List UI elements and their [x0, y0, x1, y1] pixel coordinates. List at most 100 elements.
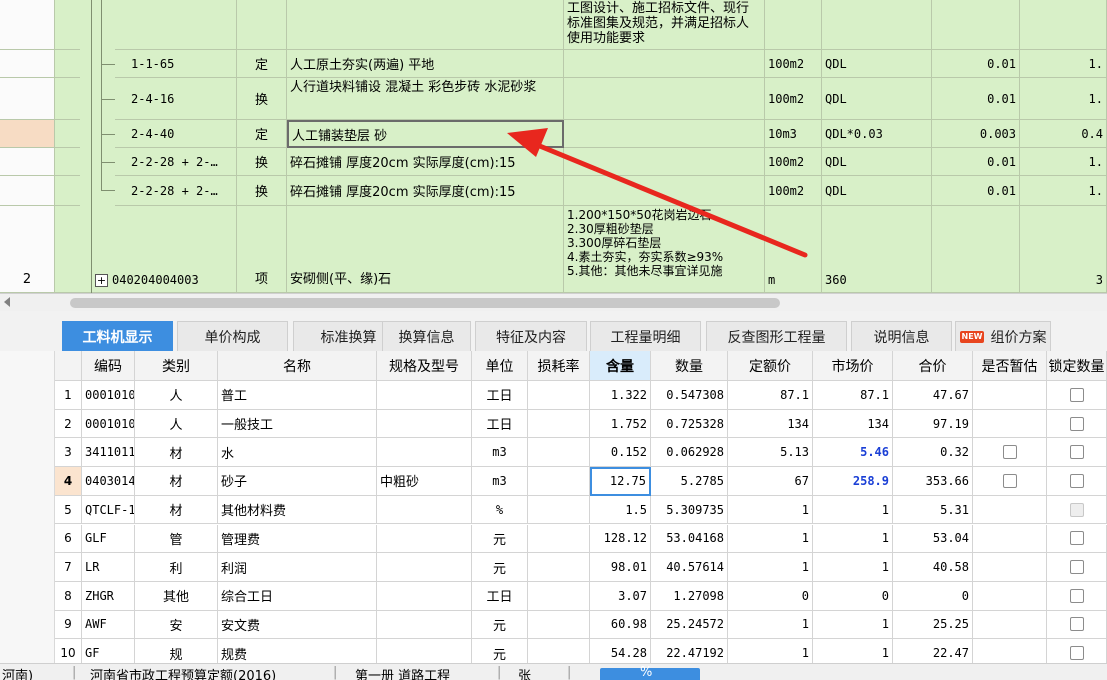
cell-code[interactable]: 00010101: [82, 381, 135, 410]
cell-qty1[interactable]: 0.01: [932, 78, 1020, 120]
cell-content[interactable]: 128.12: [590, 524, 651, 554]
scrollbar-thumb[interactable]: [70, 298, 780, 308]
cell-quota[interactable]: 67: [728, 467, 813, 496]
cell-est[interactable]: [973, 610, 1047, 640]
cell-est[interactable]: [973, 524, 1047, 554]
cell-quota[interactable]: 87.1: [728, 381, 813, 410]
cell-cat[interactable]: 人: [135, 381, 218, 410]
column-header-12[interactable]: 是否暂估: [973, 351, 1047, 381]
cell-name[interactable]: 利润: [218, 553, 377, 582]
cell-total[interactable]: 40.58: [893, 553, 973, 582]
cell-loss[interactable]: [528, 495, 590, 525]
cell-name[interactable]: 碎石摊铺 厚度20cm 实际厚度(cm):15: [287, 176, 564, 206]
cell-lock[interactable]: [1047, 381, 1107, 410]
cell-name[interactable]: 碎石摊铺 厚度20cm 实际厚度(cm):15: [287, 148, 564, 176]
row-number-cell[interactable]: [0, 148, 55, 176]
tree-cell[interactable]: [55, 176, 80, 206]
column-header-6[interactable]: 损耗率: [528, 351, 590, 381]
cell-loss[interactable]: [528, 553, 590, 582]
cell-content[interactable]: 0.152: [590, 438, 651, 468]
cell-market[interactable]: 1: [813, 495, 893, 525]
cell-feature[interactable]: [564, 120, 765, 148]
cell-cat[interactable]: 材: [135, 495, 218, 525]
cell-quota[interactable]: 5.13: [728, 438, 813, 468]
cell-content[interactable]: 1.322: [590, 381, 651, 410]
cell-qty[interactable]: 5.2785: [651, 467, 728, 496]
cell-est[interactable]: [973, 467, 1047, 496]
checkbox[interactable]: [1069, 502, 1084, 517]
cell-type[interactable]: 换: [237, 176, 287, 206]
cell-lock[interactable]: [1047, 553, 1107, 582]
cell-cat[interactable]: 人: [135, 409, 218, 439]
cell-cat[interactable]: 安: [135, 610, 218, 640]
cell-est[interactable]: [973, 639, 1047, 663]
cell-code[interactable]: AWF: [82, 610, 135, 640]
cell-qty1[interactable]: 0.01: [932, 176, 1020, 206]
cell-quota[interactable]: 1: [728, 524, 813, 554]
cell-name[interactable]: 规费: [218, 639, 377, 663]
column-header-7[interactable]: 含量: [590, 351, 651, 381]
cell-type[interactable]: 项: [237, 206, 287, 293]
cell-unit[interactable]: 元: [472, 639, 528, 663]
row-number[interactable]: 5: [55, 495, 82, 525]
row-number[interactable]: 4: [55, 467, 82, 496]
cell-unit[interactable]: 10m3: [765, 120, 822, 148]
cell-market[interactable]: 1: [813, 524, 893, 554]
cell-est[interactable]: [973, 409, 1047, 439]
cell-code[interactable]: GLF: [82, 524, 135, 554]
cell-qty1[interactable]: [932, 206, 1020, 293]
cell-qty-expr[interactable]: QDL: [822, 50, 932, 78]
cell-spec[interactable]: [377, 438, 472, 468]
cell-qty2[interactable]: 1.: [1020, 50, 1107, 78]
cell-market[interactable]: 0: [813, 581, 893, 611]
cell-name[interactable]: 人工原土夯实(两遍) 平地: [287, 50, 564, 78]
cell-code[interactable]: ZHGR: [82, 581, 135, 611]
tab-4[interactable]: 换算信息: [382, 321, 471, 351]
cell-market[interactable]: 5.46: [813, 438, 893, 468]
cell-unit[interactable]: 工日: [472, 409, 528, 439]
cell-qty[interactable]: 0.725328: [651, 409, 728, 439]
cell-market[interactable]: 1: [813, 639, 893, 663]
row-number-cell[interactable]: [0, 120, 55, 148]
cell-qty1[interactable]: 0.01: [932, 50, 1020, 78]
tree-cell[interactable]: [55, 206, 80, 293]
column-header-4[interactable]: 规格及型号: [377, 351, 472, 381]
tab-6[interactable]: 工程量明细: [590, 321, 701, 351]
cell-qty2[interactable]: 1.: [1020, 176, 1107, 206]
cell-quota[interactable]: 1: [728, 610, 813, 640]
status-quota-library[interactable]: 河南省市政工程预算定额(2016): [90, 665, 276, 680]
cell-unit[interactable]: 工日: [472, 381, 528, 410]
cell-type[interactable]: 定: [237, 50, 287, 78]
checkbox[interactable]: [1069, 588, 1084, 603]
cell-cat[interactable]: 规: [135, 639, 218, 663]
cell-code[interactable]: LR: [82, 553, 135, 582]
cell-lock[interactable]: [1047, 524, 1107, 554]
cell-qty[interactable]: 5.309735: [651, 495, 728, 525]
cell-lock[interactable]: [1047, 467, 1107, 496]
cell-type[interactable]: [237, 0, 287, 50]
checkbox[interactable]: [1069, 617, 1084, 632]
cell-name[interactable]: 安文费: [218, 610, 377, 640]
checkbox[interactable]: [1002, 445, 1017, 460]
cell-unit[interactable]: 100m2: [765, 176, 822, 206]
cell-feature[interactable]: [564, 148, 765, 176]
cell-code[interactable]: 34110117: [82, 438, 135, 468]
row-number[interactable]: 9: [55, 610, 82, 640]
row-number-cell[interactable]: [0, 0, 55, 50]
cell-feature[interactable]: 1.200*150*50花岗岩边石 2.30厚粗砂垫层 3.300厚碎石垫层 4…: [564, 206, 765, 293]
cell-name[interactable]: 砂子: [218, 467, 377, 496]
cell-total[interactable]: 353.66: [893, 467, 973, 496]
cell-spec[interactable]: [377, 381, 472, 410]
cell-code[interactable]: +040204004003: [80, 206, 237, 293]
cell-quota[interactable]: 1: [728, 639, 813, 663]
cell-unit[interactable]: 元: [472, 553, 528, 582]
row-number[interactable]: 10: [55, 639, 82, 663]
cell-spec[interactable]: [377, 495, 472, 525]
cell-name[interactable]: 安砌侧(平、缘)石: [287, 206, 564, 293]
checkbox[interactable]: [1069, 387, 1084, 402]
cell-name[interactable]: 人工铺装垫层 砂: [287, 120, 564, 148]
cell-loss[interactable]: [528, 610, 590, 640]
tab-1[interactable]: 工料机显示: [62, 321, 173, 351]
checkbox[interactable]: [1069, 416, 1084, 431]
cell-total[interactable]: 22.47: [893, 639, 973, 663]
